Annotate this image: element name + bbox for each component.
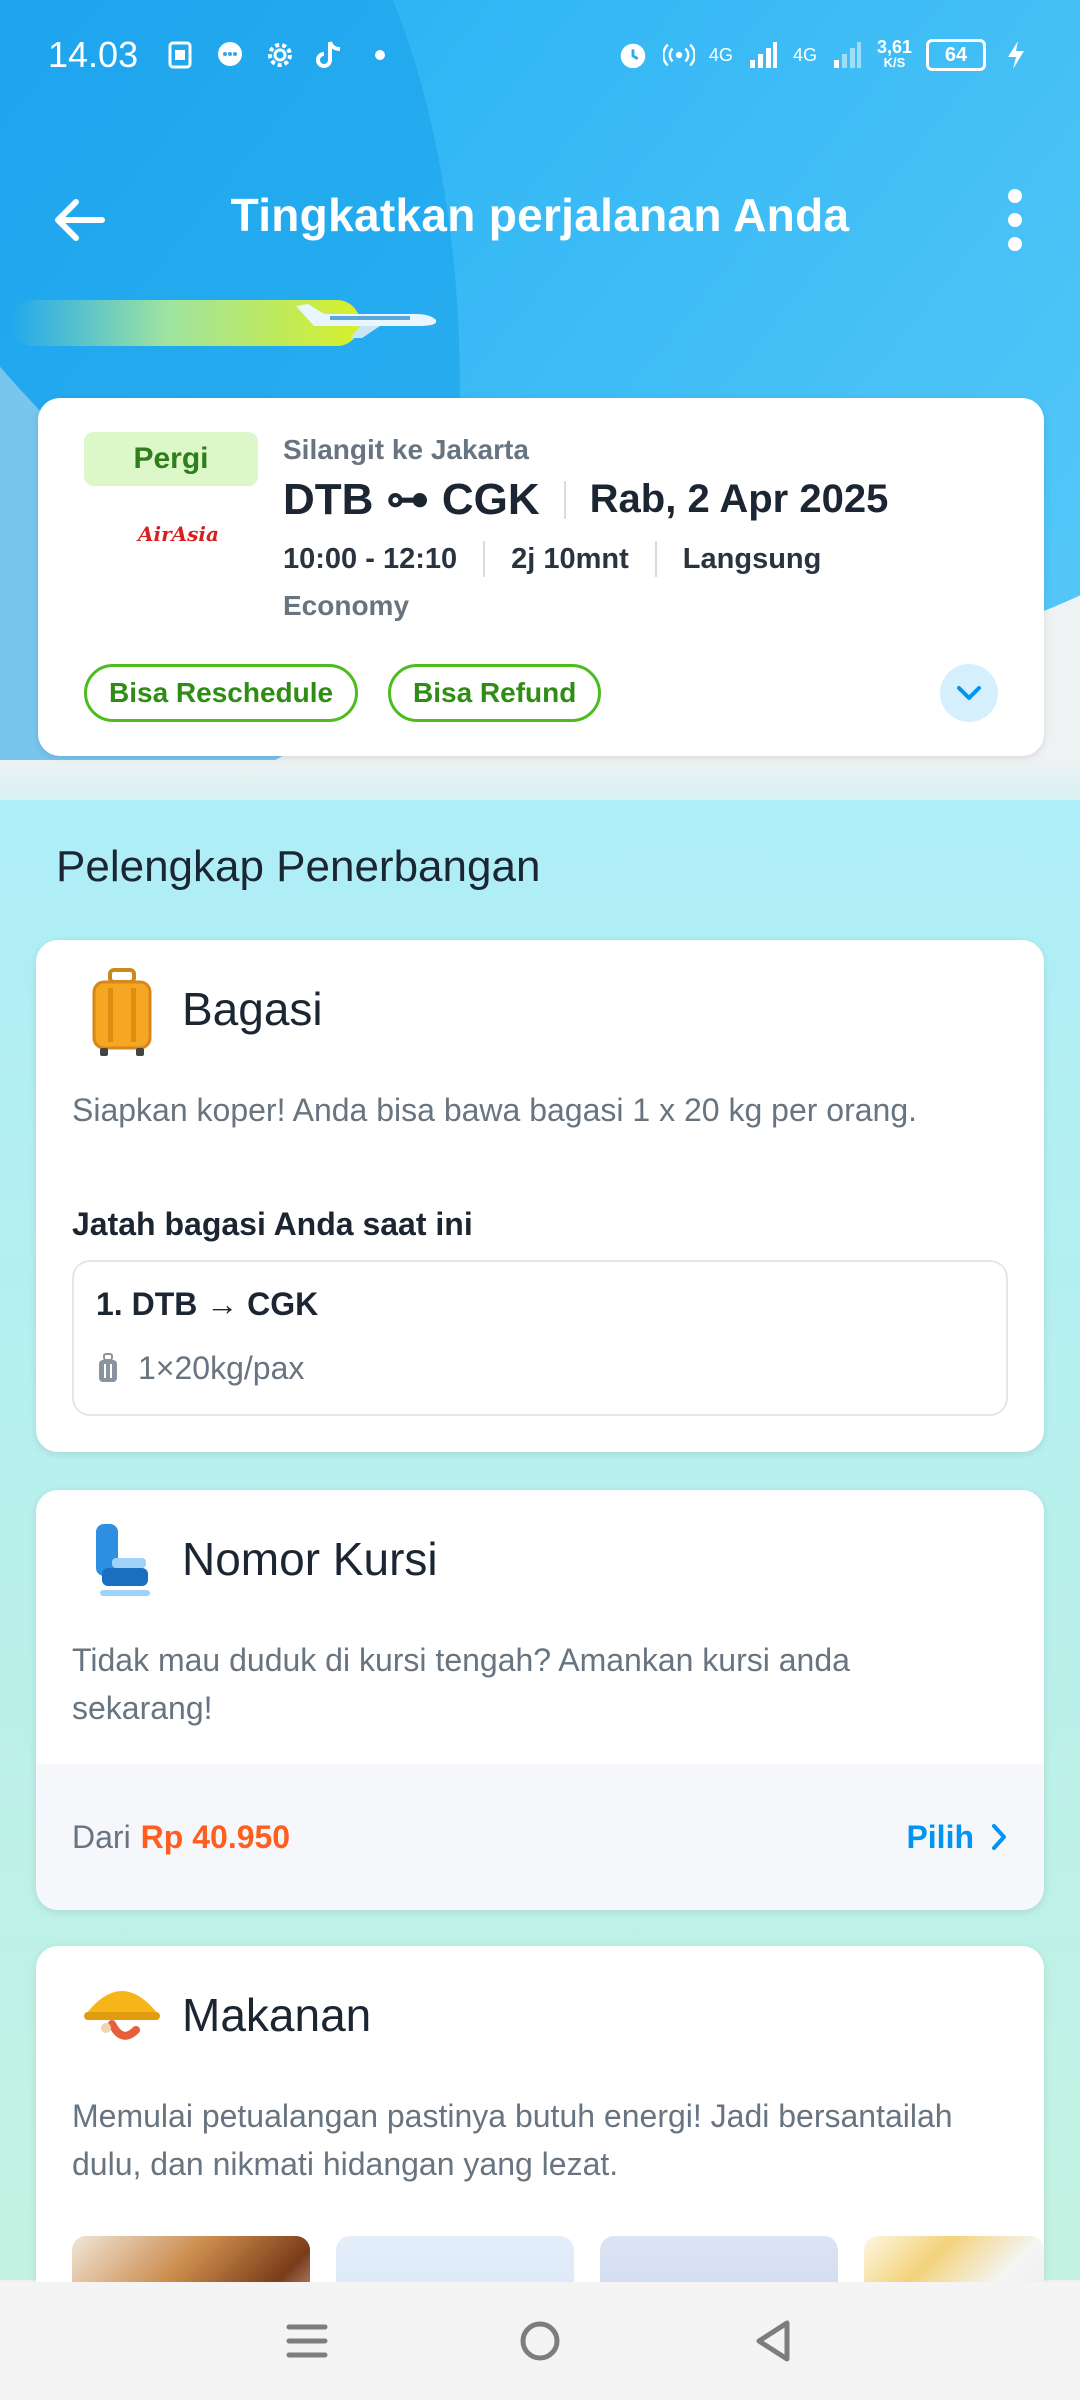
- more-vertical-icon: [1008, 189, 1022, 251]
- flight-date: Rab, 2 Apr 2025: [589, 477, 889, 521]
- divider: [483, 541, 486, 577]
- baggage-card[interactable]: Bagasi Siapkan koper! Anda bisa bawa bag…: [36, 940, 1044, 1452]
- network-label-1: 4G: [708, 44, 733, 65]
- cabin-class: Economy: [283, 590, 410, 621]
- baggage-allowance-heading: Jatah bagasi Anda saat ini: [72, 1206, 473, 1242]
- flight-stops: Langsung: [682, 542, 822, 575]
- page-title: Tingkatkan perjalanan Anda: [230, 189, 850, 241]
- meal-title: Makanan: [182, 1989, 372, 2041]
- seat-price: Rp 40.950: [140, 1818, 291, 1855]
- meal-description: Memulai petualangan pastinya butuh energ…: [72, 2098, 953, 2182]
- network-speed-value: 3,61: [876, 37, 912, 57]
- meal-icon: [84, 1991, 160, 2040]
- divider: [654, 541, 657, 577]
- seat-icon: [96, 1524, 150, 1596]
- route-summary: DTB ⊶ CGK Rab, 2 Apr 2025: [283, 474, 888, 525]
- network-label-2: 4G: [792, 44, 817, 65]
- chevron-right-icon: [992, 1824, 1006, 1850]
- choose-seat-button[interactable]: Pilih: [906, 1819, 1008, 1856]
- divider: [563, 480, 566, 519]
- status-bar: 14.03 4G 4G 3,61 K/S 64: [0, 0, 1080, 110]
- seat-description: Tidak mau duduk di kursi tengah? Amankan…: [72, 1642, 850, 1726]
- baggage-allowance-box: 1. DTB → CGK 1×20kg/pax: [72, 1260, 1008, 1416]
- baggage-description: Siapkan koper! Anda bisa bawa bagasi 1 x…: [72, 1092, 918, 1128]
- sim-icon: [164, 39, 196, 71]
- tiktok-icon: [314, 39, 346, 71]
- recent-apps-button[interactable]: [277, 2311, 337, 2371]
- back-triangle-icon: [756, 2320, 790, 2362]
- app-header: Tingkatkan perjalanan Anda: [0, 160, 1080, 280]
- signal-icon: [747, 39, 779, 71]
- status-time: 14.03: [48, 34, 139, 75]
- baggage-allowance: 1×20kg/pax: [96, 1350, 304, 1387]
- section-title: Pelengkap Penerbangan: [56, 842, 541, 891]
- refund-tag: Bisa Refund: [388, 664, 602, 722]
- charging-icon: [1000, 39, 1032, 71]
- airline-logo: AirAsia: [138, 522, 219, 546]
- system-nav-bar: [0, 2282, 1080, 2400]
- hotspot-icon: [662, 39, 695, 71]
- baggage-allowance-value: 1×20kg/pax: [138, 1350, 305, 1386]
- battery-indicator: 64: [926, 39, 986, 71]
- airplane-icon: [296, 304, 437, 338]
- network-speed: 3,61 K/S: [876, 37, 912, 71]
- luggage-icon: [99, 1352, 117, 1382]
- flight-time: 10:00 - 12:10: [283, 542, 458, 575]
- flight-duration: 2j 10mnt: [511, 542, 629, 575]
- seat-title: Nomor Kursi: [182, 1533, 438, 1585]
- direction-badge: Pergi: [84, 432, 258, 486]
- home-circle-icon: [520, 2321, 560, 2361]
- notification-dot-icon: [364, 39, 396, 71]
- alarm-icon: [617, 39, 649, 71]
- chat-icon: [214, 39, 246, 71]
- chevron-down-icon: [957, 686, 981, 700]
- choose-seat-label: Pilih: [906, 1818, 974, 1855]
- route-subtitle: Silangit ke Jakarta: [283, 434, 529, 465]
- seat-card[interactable]: Nomor Kursi Tidak mau duduk di kursi ten…: [36, 1490, 1044, 1910]
- baggage-title: Bagasi: [182, 983, 323, 1035]
- seat-footer: Dari Rp 40.950 Pilih: [36, 1764, 1044, 1910]
- price-prefix: Dari: [72, 1818, 131, 1855]
- suitcase-icon: [92, 968, 152, 1056]
- route-codes: DTB ⊶ CGK: [283, 475, 540, 524]
- flight-summary-card: Pergi AirAsia Silangit ke Jakarta DTB ⊶ …: [38, 398, 1044, 756]
- baggage-route: 1. DTB → CGK: [96, 1286, 319, 1322]
- expand-button[interactable]: [940, 664, 998, 722]
- back-nav-button[interactable]: [743, 2311, 803, 2371]
- flight-details: 10:00 - 12:10 2j 10mnt Langsung: [283, 541, 821, 577]
- reschedule-tag: Bisa Reschedule: [84, 664, 359, 722]
- menu-icon: [286, 2324, 328, 2358]
- network-speed-unit: K/S: [883, 55, 906, 70]
- signal-weak-icon: [831, 39, 863, 71]
- gear-icon: [264, 39, 296, 71]
- home-button[interactable]: [510, 2311, 570, 2371]
- more-options-button[interactable]: [990, 182, 1040, 258]
